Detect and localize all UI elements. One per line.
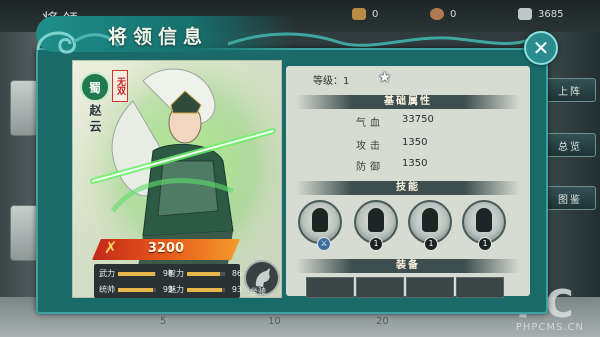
section-basic-attributes: 基础属性	[296, 95, 520, 109]
attribute-attack: 攻击 1350	[356, 137, 427, 152]
skill-badge: ⚔	[317, 237, 331, 251]
stat-fill	[118, 271, 156, 276]
currency-pig-value: 0	[450, 8, 457, 20]
watermark-url: PHPCMS.CN	[515, 322, 584, 333]
attribute-name: 防御	[356, 162, 384, 173]
stat-fill	[118, 287, 154, 292]
skill-level: 1	[478, 237, 492, 251]
section-equipment: 装备	[296, 259, 520, 273]
stat-label: 智力	[168, 269, 184, 278]
stat-command: 统帅 93	[99, 284, 173, 295]
stat-bar	[187, 271, 225, 276]
close-button[interactable]: ✕	[524, 31, 558, 65]
level-label: 等级：1	[313, 76, 350, 87]
scroll-icon	[518, 8, 532, 20]
currency-food-value: 0	[372, 8, 379, 20]
stat-fill	[187, 287, 223, 292]
stat-bar	[187, 287, 225, 292]
attribute-defense: 防御 1350	[356, 158, 427, 173]
attribute-value: 33750	[402, 114, 434, 125]
warrior-icon	[312, 208, 328, 232]
stat-bar	[118, 271, 156, 276]
attribute-hp: 气血 33750	[356, 114, 434, 129]
stat-value: 93	[231, 285, 242, 294]
hero-name: 赵云	[88, 104, 102, 136]
stat-charisma: 魅力 93	[168, 284, 242, 295]
warrior-icon	[368, 208, 384, 232]
power-value: 3200	[147, 241, 185, 256]
stat-label: 魅力	[168, 285, 184, 294]
pig-icon	[430, 8, 444, 20]
stat-intellect: 智力 86	[168, 268, 242, 279]
currency-scroll-value: 3685	[538, 8, 564, 20]
stat-label: 武力	[99, 269, 115, 278]
stat-bar	[118, 287, 156, 292]
equipment-slot[interactable]	[306, 277, 354, 298]
skill-level: 1	[424, 237, 438, 251]
bottom-number: 5	[160, 316, 167, 327]
currency-scroll: 3685	[518, 7, 563, 21]
bottom-number: 20	[376, 316, 389, 327]
attribute-name: 攻击	[356, 141, 384, 152]
section-skills: 技能	[296, 181, 520, 195]
stat-value: 86	[231, 269, 242, 278]
tab-deploy[interactable]: 上阵	[544, 78, 596, 102]
bottom-number: 10	[268, 316, 281, 327]
equipment-slot[interactable]	[456, 277, 504, 298]
mount-label: 坐骑	[250, 287, 266, 296]
stat-strength: 武力 98	[99, 268, 173, 279]
attribute-value: 1350	[402, 137, 428, 148]
food-icon	[352, 8, 366, 20]
currency-pig: 0	[430, 7, 456, 21]
tab-codex[interactable]: 图鉴	[544, 186, 596, 210]
equipment-slot[interactable]	[406, 277, 454, 298]
skill-level: 1	[369, 237, 383, 251]
tab-overview[interactable]: 总览	[544, 133, 596, 157]
faction-badge: 蜀	[80, 72, 110, 102]
warrior-icon	[476, 208, 492, 232]
close-icon: ✕	[532, 36, 550, 60]
attribute-value: 1350	[402, 158, 428, 169]
stat-fill	[187, 271, 220, 276]
star-icon: ★	[378, 68, 392, 86]
equipment-slot[interactable]	[356, 277, 404, 298]
attribute-name: 气血	[356, 118, 384, 129]
stat-label: 统帅	[99, 285, 115, 294]
warrior-icon	[422, 208, 438, 232]
rank-tag: 无双	[112, 70, 128, 102]
currency-food: 0	[352, 7, 378, 21]
dialog-title: 将领信息	[108, 26, 209, 48]
